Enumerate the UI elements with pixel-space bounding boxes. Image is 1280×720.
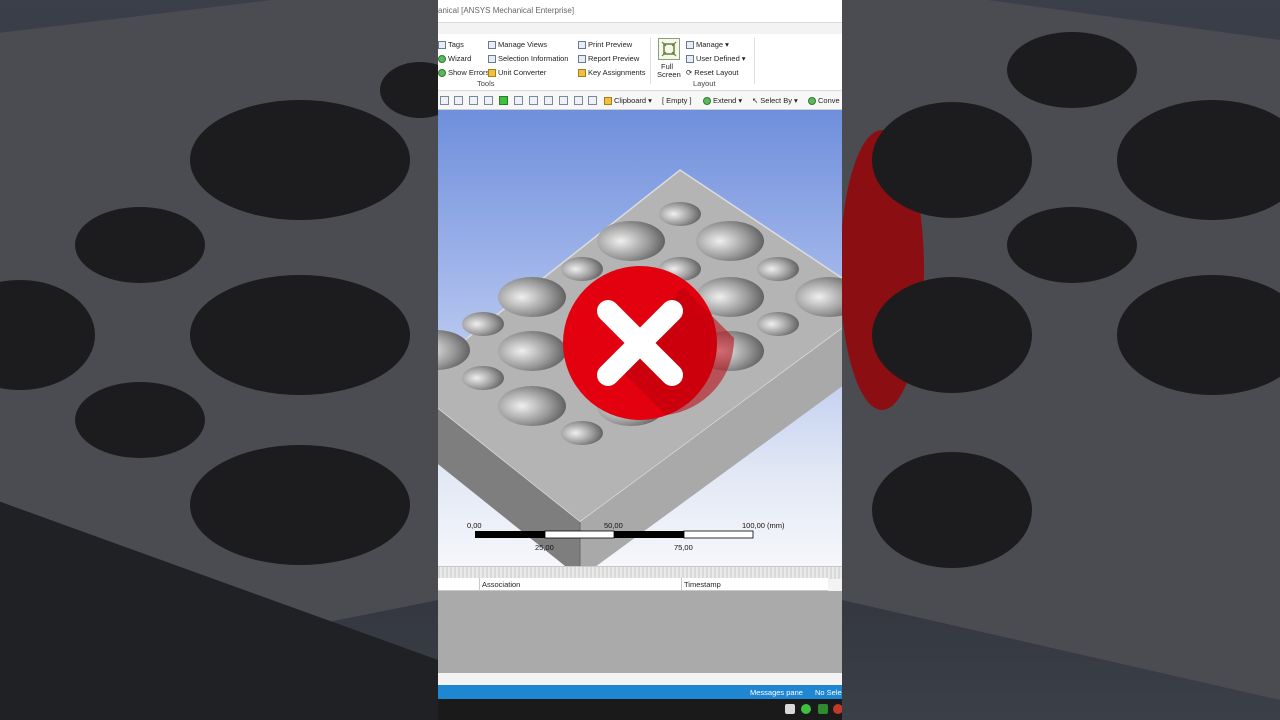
graphics-viewport[interactable]: 0,00 50,00 100,00 (mm) 25,00 75,00 [438, 110, 842, 566]
column-separator [479, 578, 480, 590]
scale-label: 0,00 [467, 521, 482, 530]
manage-views-button[interactable]: Manage Views [488, 40, 547, 49]
ribbon: Tags Wizard Show Errors Manage Views Sel… [438, 34, 842, 91]
key-assignments-button[interactable]: Key Assignments [578, 68, 646, 77]
key-icon [578, 68, 586, 77]
select-node-icon[interactable] [514, 96, 523, 105]
show-errors-button[interactable]: Show Errors [438, 68, 489, 77]
select-element-face-icon[interactable] [529, 96, 538, 105]
convert-dropdown[interactable]: Conve [808, 96, 840, 105]
column-header-association[interactable]: Association [482, 580, 520, 589]
background-left [0, 0, 438, 720]
wizard-icon [438, 54, 446, 63]
tray-status-icon[interactable] [833, 704, 842, 714]
select-face-icon[interactable] [484, 96, 493, 105]
wizard-button[interactable]: Wizard [438, 54, 471, 63]
reset-icon: ⟳ [686, 68, 693, 77]
converter-icon [488, 68, 496, 77]
views-icon [488, 40, 496, 49]
messages-table-body [438, 591, 842, 673]
select-body-icon[interactable] [499, 96, 508, 105]
coordinate-icon[interactable] [574, 96, 583, 105]
graphics-toolbar: Clipboard ▾ [ Empty ] Extend ▾ ↖ Select By ▾… [438, 92, 842, 110]
taskbar [438, 699, 842, 720]
messages-table-header: Association Timestamp [438, 578, 828, 591]
ribbon-separator [754, 38, 755, 84]
select-vertex-icon[interactable] [454, 96, 463, 105]
reset-layout-button[interactable]: ⟳ Reset Layout [686, 68, 739, 77]
select-mode-icon[interactable] [440, 96, 449, 105]
messages-pane-status[interactable]: Messages pane [750, 688, 803, 697]
select-edge-icon[interactable] [469, 96, 478, 105]
cursor-icon: ↖ [752, 96, 759, 105]
full-screen-icon [658, 38, 680, 60]
manage-dropdown[interactable]: Manage ▾ [686, 40, 729, 49]
dropdown-arrow-icon: ▾ [648, 96, 652, 105]
print-icon [578, 40, 586, 49]
selection-status: No Sele [815, 688, 842, 697]
window-title: anical [ANSYS Mechanical Enterprise] [438, 6, 575, 15]
info-icon [488, 54, 496, 63]
scale-bar [475, 530, 754, 539]
user-defined-dropdown[interactable]: User Defined ▾ [686, 54, 746, 63]
convert-icon [808, 96, 816, 105]
tools-group-label: Tools [477, 79, 495, 88]
scale-label: 25,00 [535, 543, 554, 552]
layout-manage-icon [686, 40, 694, 49]
clipboard-icon [604, 96, 612, 105]
error-check-icon [438, 68, 446, 77]
tray-ansys-icon[interactable] [818, 704, 828, 714]
column-separator [681, 578, 682, 590]
user-layout-icon [686, 54, 694, 63]
select-mesh-icon[interactable] [559, 96, 568, 105]
selection-information-button[interactable]: Selection Information [488, 54, 568, 63]
dropdown-arrow-icon: ▾ [725, 40, 729, 49]
scale-label: 75,00 [674, 543, 693, 552]
tray-app-icon[interactable] [785, 704, 795, 714]
ribbon-separator [650, 38, 651, 84]
extend-dropdown[interactable]: Extend ▾ [703, 96, 742, 105]
unit-converter-button[interactable]: Unit Converter [488, 68, 546, 77]
layout-group-label: Layout [693, 79, 716, 88]
report-icon [578, 54, 586, 63]
status-bar: Messages pane No Sele [438, 685, 842, 699]
clipboard-dropdown[interactable]: Clipboard ▾ [604, 96, 652, 105]
extend-selection-icon[interactable] [588, 96, 597, 105]
tray-check-icon[interactable] [801, 704, 811, 714]
title-bar: anical [ANSYS Mechanical Enterprise] [438, 0, 842, 23]
dropdown-arrow-icon: ▾ [793, 96, 798, 105]
print-preview-button[interactable]: Print Preview [578, 40, 632, 49]
column-header-timestamp[interactable]: Timestamp [684, 580, 721, 589]
dropdown-arrow-icon: ▾ [741, 54, 746, 63]
extend-icon [703, 96, 711, 105]
clipboard-contents: [ Empty ] [662, 96, 692, 105]
tags-button[interactable]: Tags [438, 40, 464, 49]
report-preview-button[interactable]: Report Preview [578, 54, 639, 63]
scale-label: 50,00 [604, 521, 623, 530]
scale-label: 100,00 (mm) [742, 521, 785, 530]
background-right [842, 0, 1280, 720]
ansys-mechanical-window: anical [ANSYS Mechanical Enterprise] Tag… [438, 0, 842, 720]
select-element-icon[interactable] [544, 96, 553, 105]
full-screen-label-2: Screen [657, 70, 681, 79]
select-by-dropdown[interactable]: ↖ Select By ▾ [752, 96, 798, 105]
dropdown-arrow-icon: ▾ [738, 96, 743, 105]
tag-icon [438, 40, 446, 49]
